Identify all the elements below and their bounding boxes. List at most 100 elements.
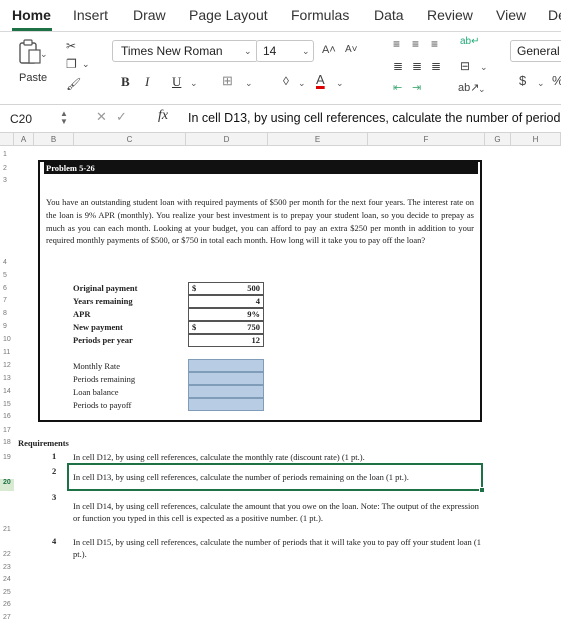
cell-monthly-rate[interactable] [188,359,264,372]
font-name-select[interactable]: Times New Roman [112,40,258,62]
column-header-a[interactable]: A [14,133,34,146]
align-middle-icon[interactable]: ≡ [412,37,419,51]
underline-dropdown-icon[interactable]: ⌄ [190,78,198,89]
row-header[interactable]: 14 [0,388,14,395]
align-top-icon[interactable]: ≡ [393,37,400,51]
borders-icon[interactable]: ⊞ [222,74,233,88]
row-header[interactable]: 2 [0,165,14,172]
merge-dropdown-icon[interactable]: ⌄ [480,62,488,73]
currency-dropdown-icon[interactable]: ⌄ [537,78,545,89]
tab-view[interactable]: View [496,7,526,23]
row-header[interactable]: 23 [0,564,14,571]
merge-center-icon[interactable]: ⊟ [460,59,470,73]
currency-button[interactable]: $ [519,74,526,88]
font-size-dropdown-icon[interactable]: ⌄ [302,46,310,57]
row-header[interactable]: 19 [0,454,14,461]
formula-input[interactable]: In cell D13, by using cell references, c… [188,111,560,125]
format-painter-icon[interactable]: 🖌 [66,77,81,91]
row-header[interactable]: 1 [0,151,14,158]
row-header[interactable]: 27 [0,614,14,621]
underline-button[interactable]: U [172,74,181,90]
borders-dropdown-icon[interactable]: ⌄ [245,78,253,89]
cell-periods-remaining[interactable] [188,372,264,385]
cancel-icon[interactable]: ✕ [96,109,107,125]
row-header[interactable]: 18 [0,439,14,446]
orientation-dropdown-icon[interactable]: ⌄ [478,84,486,95]
paste-icon[interactable] [18,39,42,65]
row-header[interactable]: 8 [0,310,14,317]
cell-years-remaining[interactable]: 4 [188,295,264,308]
cell-original-payment[interactable]: $500 [188,282,264,295]
align-bottom-icon[interactable]: ≡ [431,37,438,51]
fill-color-icon[interactable]: ◊ [283,74,289,88]
italic-button[interactable]: I [145,74,149,90]
tab-draw[interactable]: Draw [133,7,166,23]
cell-apr[interactable]: 9% [188,308,264,321]
font-color-dropdown-icon[interactable]: ⌄ [336,78,344,89]
row-header[interactable]: 16 [0,413,14,420]
tab-home[interactable]: Home [12,7,51,23]
column-header-g[interactable]: G [485,133,511,146]
tab-data[interactable]: Data [374,7,404,23]
requirement-text[interactable]: In cell D14, by using cell references, c… [73,500,481,524]
requirement-text[interactable]: In cell D15, by using cell references, c… [73,536,481,560]
row-header[interactable]: 6 [0,285,14,292]
select-all-corner[interactable] [0,133,14,146]
cut-icon[interactable]: ✂ [66,39,76,53]
row-header[interactable]: 7 [0,297,14,304]
align-center-icon[interactable]: ≣ [412,59,422,73]
tab-page-layout[interactable]: Page Layout [189,7,268,23]
number-format-select[interactable]: General [510,40,561,62]
tab-insert[interactable]: Insert [73,7,108,23]
insert-function-icon[interactable]: fx [158,108,168,124]
copy-icon[interactable]: ❐ [66,57,77,71]
row-header[interactable]: 21 [0,526,14,533]
row-header[interactable]: 5 [0,272,14,279]
decrease-font-icon[interactable]: A˅ [345,43,358,57]
row-header[interactable]: 25 [0,589,14,596]
fill-handle[interactable] [479,487,485,493]
row-header[interactable]: 9 [0,323,14,330]
row-header[interactable]: 4 [0,259,14,266]
cell-loan-balance[interactable] [188,385,264,398]
cell-new-payment[interactable]: $750 [188,321,264,334]
fill-color-dropdown-icon[interactable]: ⌄ [298,78,306,89]
align-left-icon[interactable]: ≣ [393,59,403,73]
row-header[interactable]: 17 [0,427,14,434]
percent-button[interactable]: % [552,74,561,88]
decrease-indent-icon[interactable]: ⇤ [393,81,402,95]
row-header[interactable]: 22 [0,551,14,558]
increase-font-icon[interactable]: A˄ [322,43,336,57]
row-header[interactable]: 13 [0,375,14,382]
cell-periods-per-year[interactable]: 12 [188,334,264,347]
tab-developer[interactable]: De [548,7,561,23]
column-header-e[interactable]: E [268,133,368,146]
paste-dropdown-icon[interactable]: ⌄ [40,49,48,60]
bold-button[interactable]: B [121,74,130,90]
name-box[interactable]: C20 [6,109,62,129]
name-box-stepper-icon[interactable]: ▲ ▼ [60,110,68,126]
font-color-icon[interactable]: A [316,73,325,87]
increase-indent-icon[interactable]: ⇥ [412,81,421,95]
align-right-icon[interactable]: ≣ [431,59,441,73]
row-header[interactable]: 3 [0,177,14,184]
row-header[interactable]: 24 [0,576,14,583]
row-header[interactable]: 10 [0,336,14,343]
column-header-d[interactable]: D [186,133,268,146]
enter-icon[interactable]: ✓ [116,109,127,125]
row-header[interactable]: 12 [0,362,14,369]
row-header[interactable]: 11 [0,349,14,356]
column-header-b[interactable]: B [34,133,74,146]
font-name-dropdown-icon[interactable]: ⌄ [244,46,252,57]
tab-formulas[interactable]: Formulas [291,7,349,23]
cell-periods-to-payoff[interactable] [188,398,264,411]
copy-dropdown-icon[interactable]: ⌄ [82,57,90,71]
requirement-text[interactable]: In cell D12, by using cell references, c… [73,451,481,463]
column-header-c[interactable]: C [74,133,186,146]
row-header[interactable]: 15 [0,401,14,408]
wrap-text-icon[interactable]: ab↵ [460,35,480,49]
orientation-icon[interactable]: ab↗ [458,81,479,95]
column-header-h[interactable]: H [511,133,561,146]
row-header-selected[interactable]: 20 [0,479,14,491]
column-header-f[interactable]: F [368,133,485,146]
